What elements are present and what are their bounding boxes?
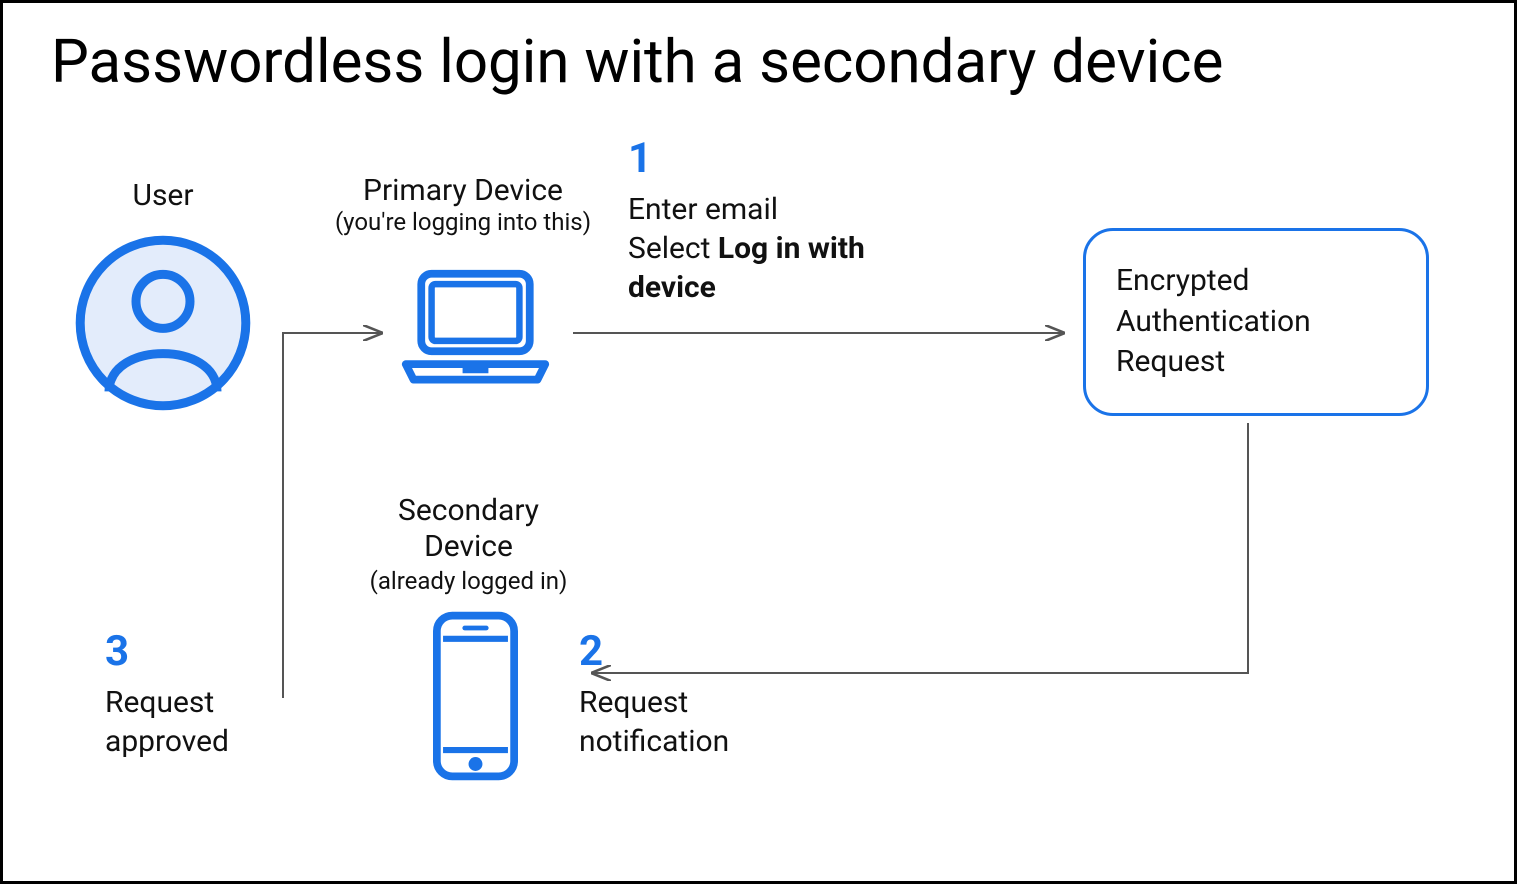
arrows-layer [3,3,1517,887]
arrow-request-to-secondary [593,423,1248,673]
diagram-frame: Passwordless login with a secondary devi… [0,0,1517,884]
arrow-user-to-primary [283,333,381,698]
